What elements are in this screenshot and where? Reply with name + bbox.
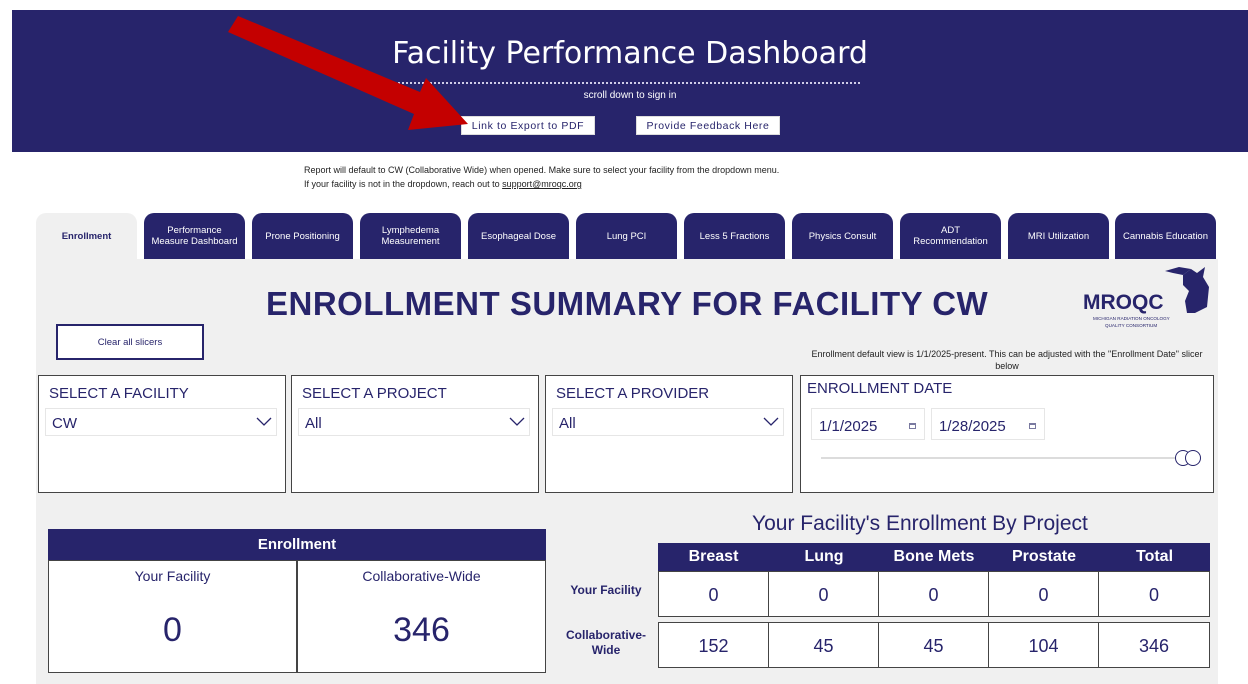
- project-slicer: SELECT A PROJECT All: [291, 375, 539, 493]
- col-header-breast: Breast: [658, 543, 769, 571]
- table-cell: 104: [988, 622, 1099, 668]
- provider-slicer-title: SELECT A PROVIDER: [556, 385, 710, 402]
- table-cell: 0: [1098, 571, 1210, 617]
- row-label-your-facility: Your Facility: [570, 583, 642, 597]
- end-date-input[interactable]: 1/28/2025: [931, 408, 1045, 440]
- tab-performance-measure[interactable]: Performance Measure Dashboard: [144, 213, 245, 259]
- col-header-bone-mets: Bone Mets: [879, 543, 989, 571]
- project-table-title: Your Facility's Enrollment By Project: [752, 512, 1088, 535]
- start-date-input[interactable]: 1/1/2025: [811, 408, 925, 440]
- header-banner: Facility Performance Dashboard scroll do…: [12, 10, 1248, 152]
- page-tabs: Enrollment Performance Measure Dashboard…: [36, 213, 1216, 259]
- chevron-down-icon: [256, 417, 272, 426]
- feedback-button[interactable]: Provide Feedback Here: [636, 116, 780, 135]
- default-note: Report will default to CW (Collaborative…: [304, 165, 780, 175]
- facility-slicer: SELECT A FACILITY CW: [38, 375, 286, 493]
- provider-dropdown[interactable]: All: [552, 408, 784, 436]
- start-date-value: 1/1/2025: [819, 418, 878, 435]
- date-slicer-title: ENROLLMENT DATE: [807, 380, 953, 397]
- col-header-total: Total: [1099, 543, 1210, 571]
- provider-slicer: SELECT A PROVIDER All: [545, 375, 793, 493]
- table-cell: 0: [658, 571, 769, 617]
- project-slicer-title: SELECT A PROJECT: [302, 385, 447, 402]
- clear-slicers-button[interactable]: Clear all slicers: [56, 324, 204, 360]
- logo-line1: MICHIGAN RADIATION ONCOLOGY: [1093, 316, 1170, 321]
- calendar-icon: [1029, 423, 1036, 429]
- tab-mri-utilization[interactable]: MRI Utilization: [1008, 213, 1109, 259]
- end-date-value: 1/28/2025: [939, 418, 1006, 435]
- chevron-down-icon: [509, 417, 525, 426]
- enrollment-card-title: Enrollment: [48, 529, 546, 560]
- your-facility-card: Your Facility 0: [48, 560, 297, 673]
- enrollment-date-note: Enrollment default view is 1/1/2025-pres…: [811, 349, 1203, 371]
- tab-esophageal-dose[interactable]: Esophageal Dose: [468, 213, 569, 259]
- col-header-lung: Lung: [769, 543, 879, 571]
- your-facility-value: 0: [163, 611, 182, 649]
- table-cell: 152: [658, 622, 769, 668]
- page-title: ENROLLMENT SUMMARY FOR FACILITY CW: [266, 285, 989, 322]
- date-slider-track: [821, 457, 1181, 459]
- facility-dropdown[interactable]: CW: [45, 408, 277, 436]
- tab-lymphedema[interactable]: Lymphedema Measurement: [360, 213, 461, 259]
- support-note: If your facility is not in the dropdown,…: [304, 179, 582, 189]
- project-selected-value: All: [305, 415, 322, 432]
- support-email-link[interactable]: support@mroqc.org: [502, 179, 582, 189]
- col-header-prostate: Prostate: [989, 543, 1099, 571]
- sign-in-hint: scroll down to sign in: [583, 90, 677, 101]
- tab-physics-consult[interactable]: Physics Consult: [792, 213, 893, 259]
- tab-cannabis-education[interactable]: Cannabis Education: [1115, 213, 1216, 259]
- chevron-down-icon: [763, 417, 779, 426]
- tab-enrollment[interactable]: Enrollment: [36, 213, 137, 259]
- logo-wordmark: MROQC: [1083, 291, 1164, 314]
- date-slider-end-handle[interactable]: [1185, 450, 1201, 466]
- mroqc-logo: MROQC MICHIGAN RADIATION ONCOLOGY QUALIT…: [1083, 267, 1209, 328]
- your-facility-label: Your Facility: [134, 568, 211, 584]
- row-label-collab-wide: Collaborative-Wide: [565, 628, 646, 657]
- facility-slicer-title: SELECT A FACILITY: [49, 385, 189, 402]
- tab-prone-positioning[interactable]: Prone Positioning: [252, 213, 353, 259]
- table-cell: 0: [768, 571, 879, 617]
- dashboard-title: Facility Performance Dashboard: [392, 36, 868, 71]
- calendar-icon: [909, 423, 916, 429]
- project-dropdown[interactable]: All: [298, 408, 530, 436]
- tab-less-5-fractions[interactable]: Less 5 Fractions: [684, 213, 785, 259]
- facility-selected-value: CW: [52, 415, 77, 432]
- collab-wide-value: 346: [393, 611, 450, 649]
- report-notes: Report will default to CW (Collaborative…: [304, 163, 779, 191]
- tab-adt-recommendation[interactable]: ADT Recommendation: [900, 213, 1001, 259]
- tab-lung-pci[interactable]: Lung PCI: [576, 213, 677, 259]
- table-cell: 0: [878, 571, 989, 617]
- logo-line2: QUALITY CONSORTIUM: [1105, 323, 1157, 328]
- provider-selected-value: All: [559, 415, 576, 432]
- table-cell: 45: [878, 622, 989, 668]
- table-cell: 0: [988, 571, 1099, 617]
- red-arrow-icon: [228, 16, 468, 130]
- collab-wide-label: Collaborative-Wide: [362, 568, 481, 584]
- table-cell: 45: [768, 622, 879, 668]
- enrollment-date-slicer: ENROLLMENT DATE 1/1/2025 1/28/2025: [800, 375, 1214, 493]
- enrollment-panel: ENROLLMENT SUMMARY FOR FACILITY CW MROQC…: [36, 259, 1218, 684]
- collab-wide-card: Collaborative-Wide 346: [297, 560, 546, 673]
- table-cell: 346: [1098, 622, 1210, 668]
